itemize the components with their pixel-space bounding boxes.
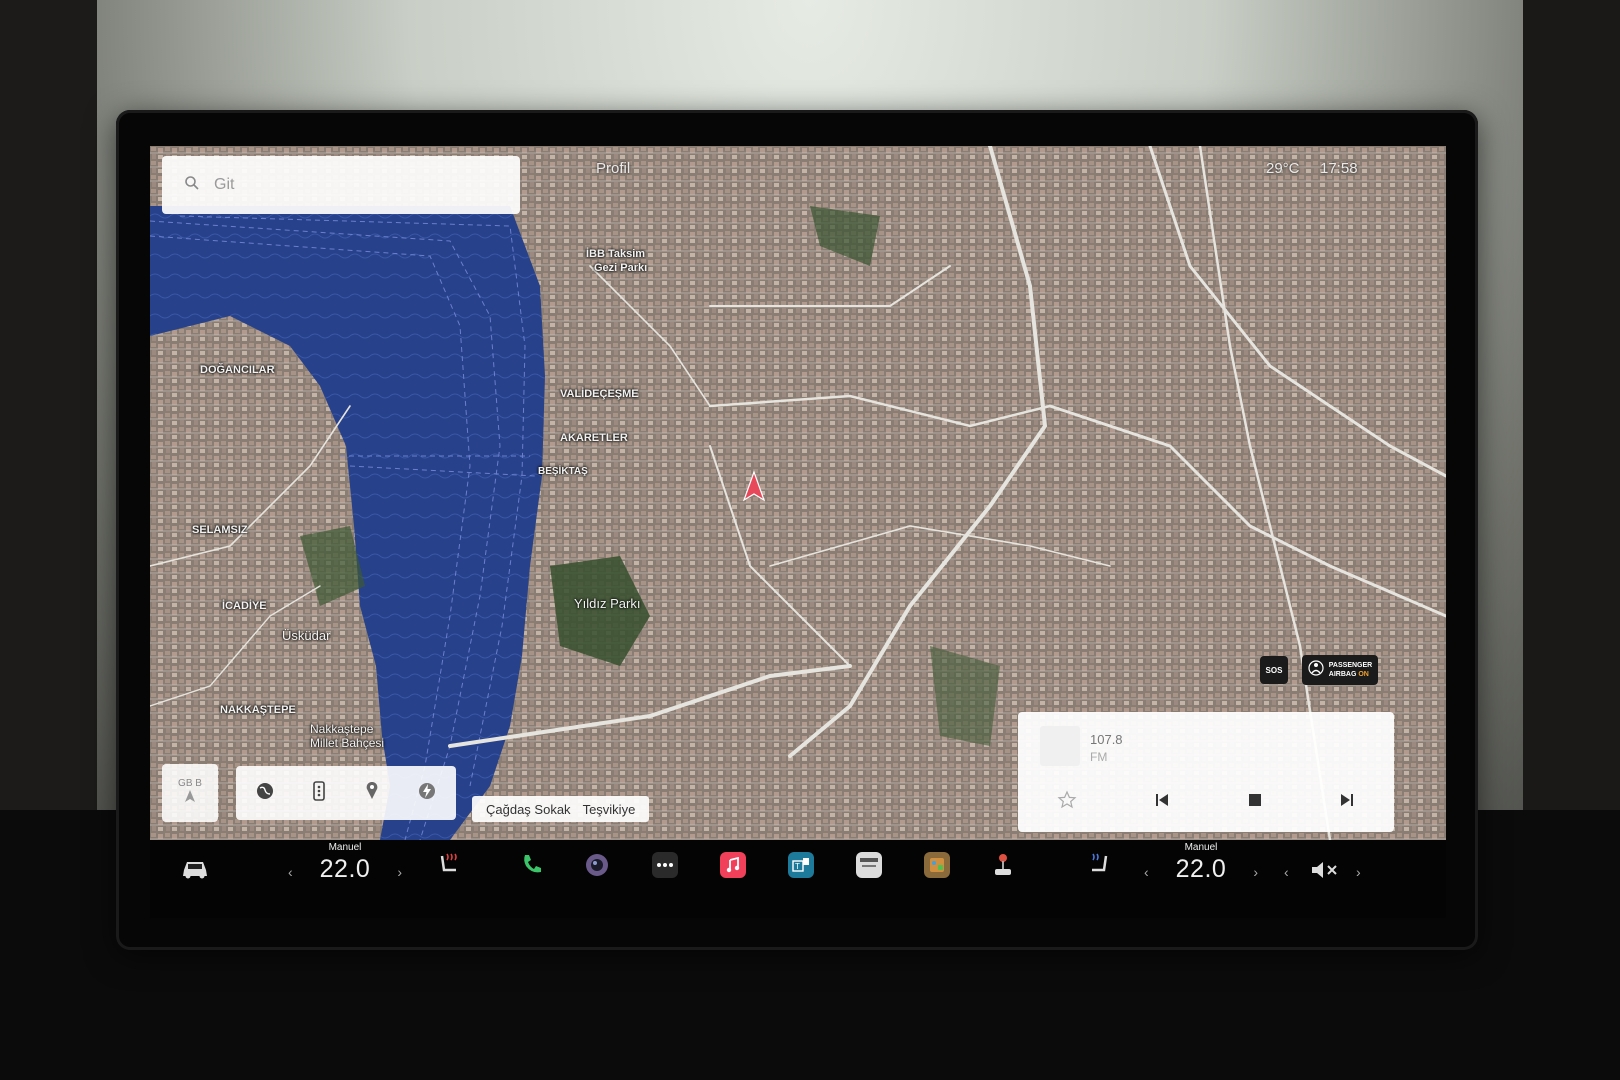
more-apps-icon[interactable] — [652, 852, 678, 878]
passenger-climate-mode: Manuel — [1184, 842, 1218, 853]
search-icon — [184, 175, 200, 196]
volume-mute-icon[interactable] — [1310, 860, 1340, 880]
next-icon[interactable] — [1339, 792, 1355, 813]
sos-button[interactable]: SOS — [1260, 656, 1288, 684]
prev-icon[interactable] — [1154, 792, 1170, 813]
charging-icon[interactable] — [417, 781, 437, 806]
compass-arrow-icon — [183, 789, 197, 808]
map-label: AKARETLER — [560, 432, 628, 444]
driver-temp-up-icon[interactable]: › — [397, 864, 402, 880]
passenger-temp-down-icon[interactable]: ‹ — [1144, 864, 1149, 880]
clock: 17:58 — [1320, 160, 1358, 177]
volume-up-icon[interactable]: › — [1356, 864, 1361, 880]
taskbar: Manuel 22.0 ‹ › T Manuel 22.0 ‹ › ‹ › — [150, 840, 1446, 918]
radio-band: FM — [1090, 750, 1108, 764]
map-label: VALİDEÇEŞME — [560, 388, 639, 400]
map-label: SELAMSIZ — [192, 524, 248, 536]
joystick-icon[interactable] — [992, 852, 1014, 878]
options-icon[interactable] — [312, 780, 326, 806]
media-controls — [1018, 784, 1394, 820]
music-icon[interactable] — [720, 852, 746, 878]
map-label: Millet Bahçesi — [310, 736, 385, 750]
car-icon[interactable] — [180, 858, 210, 880]
station-artwork — [1040, 726, 1080, 766]
passenger-temp-up-icon[interactable]: › — [1253, 864, 1258, 880]
map-label: NAKKAŞTEPE — [220, 704, 296, 716]
passenger-temperature: 22.0 — [1175, 855, 1227, 883]
map-label: İBB Taksim — [586, 248, 646, 260]
pin-icon[interactable] — [364, 781, 380, 806]
star-icon[interactable] — [1057, 790, 1077, 815]
map-label: BEŞİKTAŞ — [538, 466, 588, 477]
map-tools-bar — [236, 766, 456, 820]
search-placeholder: Git — [214, 176, 235, 193]
arcade-icon[interactable] — [924, 852, 950, 878]
outside-temperature: 29°C — [1266, 160, 1300, 177]
passenger-seat-heater-icon[interactable] — [1088, 852, 1112, 878]
calendar-icon[interactable] — [856, 852, 882, 878]
airbag-state: ON — [1358, 671, 1369, 678]
map-label: Yıldız Parkı — [574, 596, 641, 611]
phone-icon[interactable] — [520, 852, 544, 876]
airbag-line2: AIRBAG — [1328, 671, 1357, 678]
driver-climate[interactable]: Manuel 22.0 ‹ › — [280, 840, 410, 910]
map-orientation-button[interactable]: GB B — [162, 764, 218, 822]
navigate-search-bar[interactable]: Git — [162, 156, 520, 214]
radio-frequency: 107.8 — [1090, 732, 1123, 747]
volume-down-icon[interactable]: ‹ — [1284, 864, 1289, 880]
sos-label: SOS — [1265, 665, 1283, 675]
seat-heater-icon[interactable] — [436, 852, 460, 878]
map-label: DOĞANCILAR — [200, 364, 275, 376]
map-label: Gezi Parkı — [594, 262, 648, 274]
profile-button[interactable]: Profil — [596, 160, 630, 177]
passenger-airbag-indicator: PASSENGER AIRBAG ON — [1302, 655, 1378, 685]
camera-icon[interactable] — [584, 852, 610, 878]
map-label: Üsküdar — [282, 628, 331, 643]
passenger-climate[interactable]: Manuel 22.0 ‹ › — [1136, 840, 1266, 910]
street-name: Çağdaş Sokak — [486, 801, 571, 817]
current-street-chip: Çağdaş Sokak Teşvikiye — [472, 796, 650, 822]
driver-temperature: 22.0 — [319, 855, 371, 883]
map-label: Nakkaştepe — [310, 722, 374, 736]
driver-temp-down-icon[interactable]: ‹ — [288, 864, 293, 880]
map-label: İCADİYE — [222, 600, 267, 612]
toybox-icon[interactable]: T — [788, 852, 814, 878]
district-name: Teşvikiye — [582, 801, 636, 817]
airbag-icon — [1308, 659, 1324, 681]
driver-climate-mode: Manuel — [328, 842, 362, 853]
svg-text:T: T — [795, 862, 800, 871]
compass-heading: GB B — [178, 778, 202, 789]
stop-icon[interactable] — [1248, 793, 1262, 812]
media-player-card[interactable]: 107.8 FM — [1018, 712, 1394, 832]
touchscreen: İBB Taksim Gezi Parkı DOĞANCILAR VALİDEÇ… — [150, 146, 1446, 840]
airbag-line1: PASSENGER — [1328, 662, 1373, 669]
globe-icon[interactable] — [255, 781, 275, 806]
